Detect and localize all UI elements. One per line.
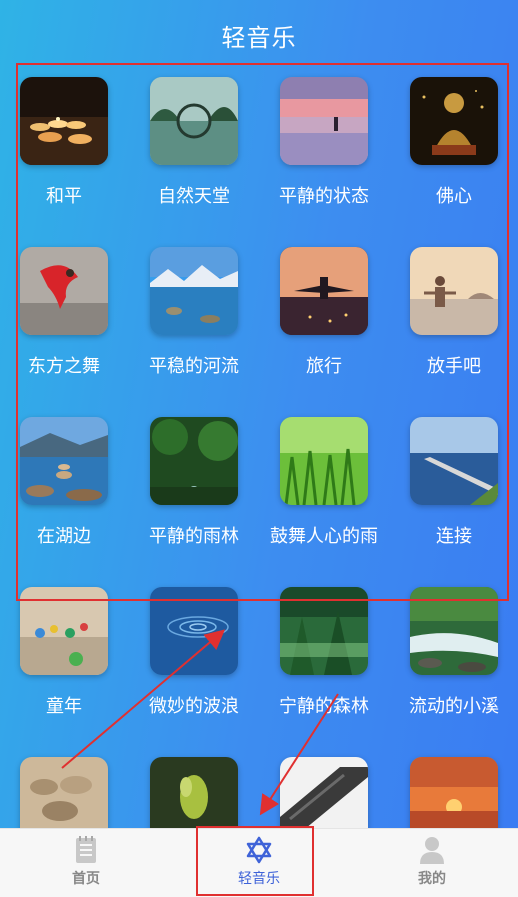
track-label: 流动的小溪 [409,696,499,717]
track-label: 微妙的波浪 [149,696,239,717]
track-label: 宁静的森林 [279,696,369,717]
tab-label: 首页 [72,871,100,887]
annotation-highlight-grid [16,63,509,601]
track-tile-flowing-creek[interactable]: 流动的小溪 [390,582,518,752]
track-label: 童年 [46,696,82,717]
track-tile-roof[interactable] [260,752,388,828]
track-tile-pebbles[interactable] [0,752,128,828]
annotation-highlight-tab [196,826,314,896]
tab-label: 我的 [418,871,446,887]
track-tile-tranquil-forest[interactable]: 宁静的森林 [260,582,388,752]
track-tile-childhood[interactable]: 童年 [0,582,128,752]
pebbles-photo [20,757,108,828]
track-tile-sprout[interactable] [130,752,258,828]
page-title: 轻音乐 [221,24,297,52]
roof-tiles-photo [280,757,368,828]
tab-home[interactable]: 首页 [0,829,172,897]
document-icon [76,836,96,863]
sea-sunset-photo [410,757,498,828]
user-icon [420,837,444,864]
track-tile-sea-sunset[interactable] [390,752,518,828]
track-tile-subtle-waves[interactable]: 微妙的波浪 [130,582,258,752]
tab-profile[interactable]: 我的 [346,829,518,897]
sprout-photo [150,757,238,828]
